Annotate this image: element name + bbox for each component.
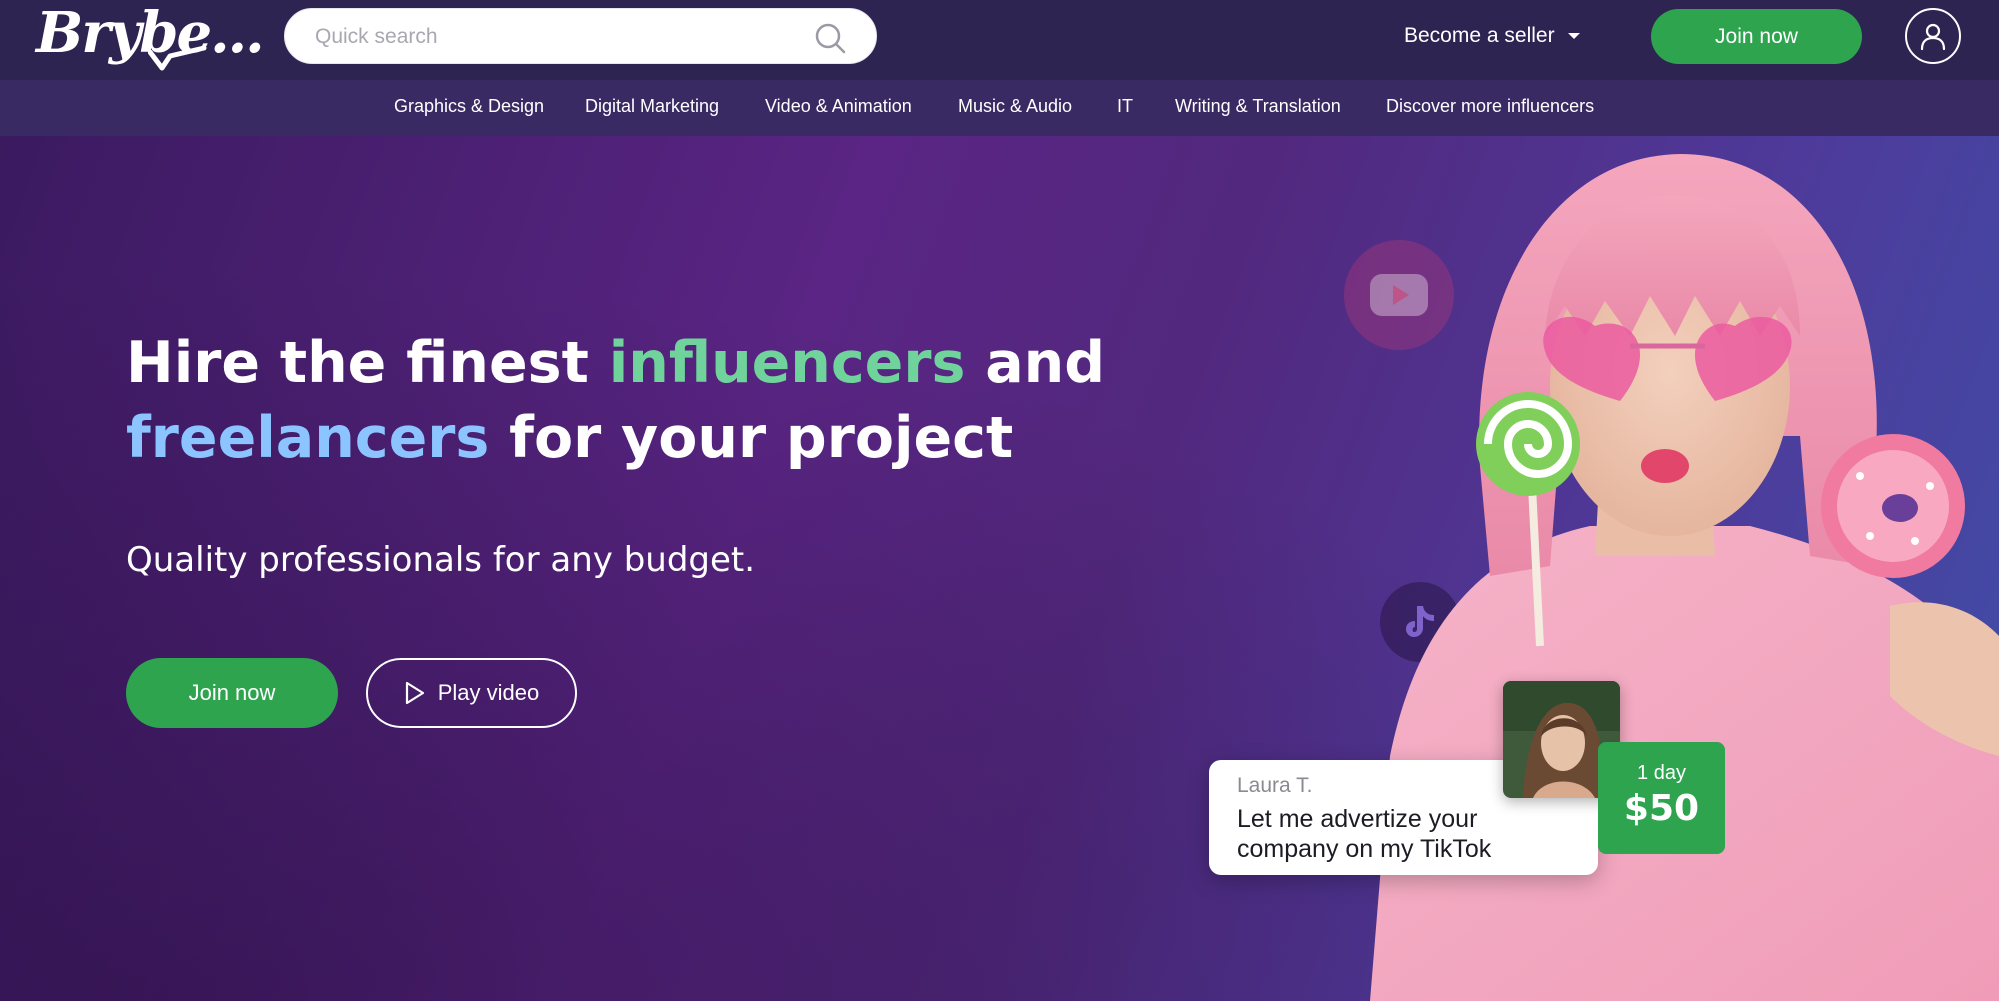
become-seller-label: Become a seller: [1404, 24, 1555, 47]
account-button[interactable]: [1905, 8, 1961, 64]
offer-price: $50: [1623, 788, 1700, 829]
top-bar: Brybe... Become a seller Join now: [0, 0, 1999, 80]
price-badge: 1 day $50: [1598, 742, 1725, 854]
hero-headline: Hire the finest influencers and freelanc…: [126, 326, 1126, 476]
category-writing-translation[interactable]: Writing & Translation: [1175, 96, 1341, 117]
offer-duration: 1 day: [1637, 762, 1686, 784]
headline-part-1: Hire the finest: [126, 330, 609, 396]
category-music-audio[interactable]: Music & Audio: [958, 96, 1072, 117]
seller-name: Laura T.: [1237, 774, 1313, 797]
become-seller-dropdown[interactable]: Become a seller: [1404, 14, 1581, 58]
play-icon: [405, 681, 424, 705]
logo-swoosh-icon: [148, 45, 207, 71]
search-icon[interactable]: [814, 22, 846, 54]
headline-part-3: for your project: [489, 405, 1014, 471]
hero-section: Hire the finest influencers and freelanc…: [0, 136, 1999, 1001]
headline-highlight-influencers: influencers: [608, 330, 966, 396]
page: Brybe... Become a seller Join now: [0, 0, 1999, 1002]
caret-down-icon: [1567, 33, 1580, 39]
headline-part-2: and: [965, 330, 1106, 396]
join-now-header-button[interactable]: Join now: [1651, 9, 1862, 64]
logo[interactable]: Brybe...: [36, 0, 265, 74]
search-input[interactable]: [315, 9, 795, 65]
join-now-hero-button[interactable]: Join now: [126, 658, 338, 728]
category-video-animation[interactable]: Video & Animation: [765, 96, 912, 117]
category-it[interactable]: IT: [1117, 96, 1133, 117]
category-nav: Graphics & Design Digital Marketing Vide…: [0, 80, 1999, 136]
search-box: [284, 8, 877, 65]
user-icon: [1920, 23, 1946, 51]
play-video-label: Play video: [437, 680, 540, 705]
category-digital-marketing[interactable]: Digital Marketing: [585, 96, 719, 117]
category-discover-influencers[interactable]: Discover more influencers: [1386, 96, 1594, 117]
play-video-button[interactable]: Play video: [366, 658, 577, 728]
hero-subline: Quality professionals for any budget.: [126, 540, 756, 580]
category-graphics-design[interactable]: Graphics & Design: [394, 96, 544, 117]
headline-highlight-freelancers: freelancers: [126, 405, 490, 471]
offer-message: Let me advertize your company on my TikT…: [1237, 805, 1492, 863]
